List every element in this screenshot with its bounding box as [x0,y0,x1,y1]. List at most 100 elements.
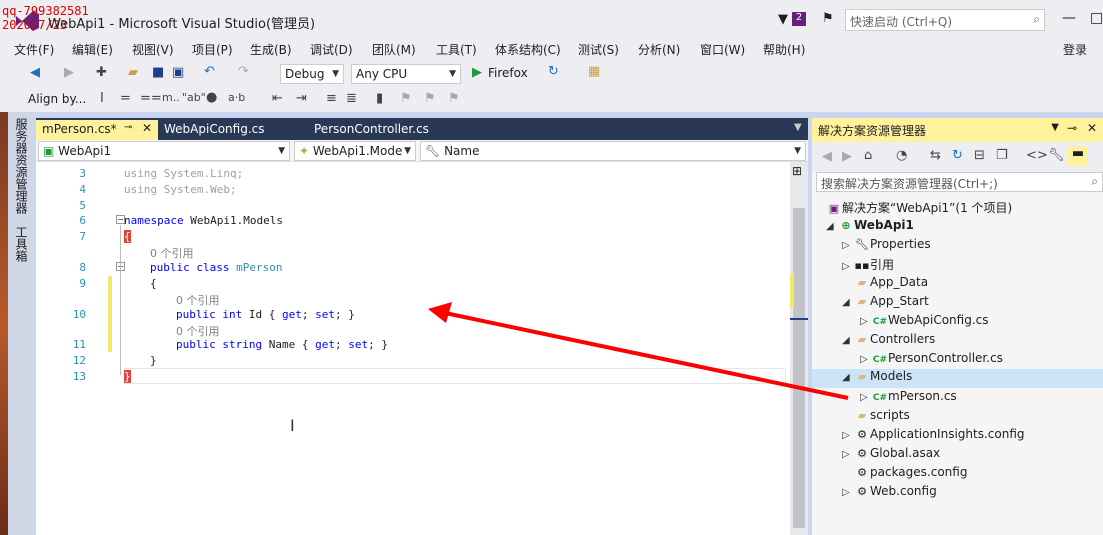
tree-item-personcontroller[interactable]: ▷ C#PersonController.cs [860,351,1003,365]
tree-item-web-config[interactable]: ▷ ⚙ Web.config [842,484,937,498]
tree-item-scripts[interactable]: ▰ scripts [842,408,910,422]
show-all-files-icon[interactable]: ❐ [996,148,1008,163]
collapsed-icon[interactable]: ▷ [842,430,854,441]
align-member-icon[interactable]: m.. [162,91,180,104]
collapsed-icon[interactable]: ▷ [842,487,854,498]
next-bookmark-icon[interactable]: ⚑ [424,91,436,106]
feedback-icon[interactable]: ⚑ [822,11,834,26]
menu-help[interactable]: 帮助(H) [763,41,805,58]
tree-item-solution[interactable]: ▣ 解决方案“WebApi1”(1 个项目) [826,199,1012,216]
pin-icon[interactable]: ⊸ [1067,121,1077,135]
sign-in-link[interactable]: 登录 [1063,41,1087,58]
undo-icon[interactable]: ↶ [204,64,215,79]
redo-icon[interactable]: ↷ [238,64,249,79]
tab-overflow-icon[interactable]: ▼ [794,122,802,133]
menu-analyze[interactable]: 分析(N) [638,41,680,58]
expanded-icon[interactable]: ◢ [826,221,838,232]
forward-icon[interactable]: ▶ [842,149,852,164]
split-icon[interactable]: ⊞ [792,164,802,178]
outdent-icon[interactable]: ⇤ [272,91,283,106]
menu-project[interactable]: 项目(P) [192,41,233,58]
codelens-references[interactable]: 0 个引用 [176,323,220,339]
menu-architecture[interactable]: 体系结构(C) [495,41,561,58]
menu-test[interactable]: 测试(S) [578,41,619,58]
tab-mperson[interactable]: mPerson.cs* ⊸ ✕ [36,120,158,140]
prev-bookmark-icon[interactable]: ⚑ [400,91,412,106]
menu-team[interactable]: 团队(M) [372,41,416,58]
align-string-icon[interactable]: "ab" [182,91,206,104]
menu-window[interactable]: 窗口(W) [700,41,745,58]
close-icon[interactable]: ✕ [142,121,152,135]
chevron-down-icon[interactable]: ▼ [1051,122,1059,133]
close-icon[interactable]: ✕ [1087,121,1097,135]
collapsed-icon[interactable]: ▷ [842,449,854,460]
tree-item-app-data[interactable]: ▰ App_Data [842,275,928,289]
tree-item-app-start[interactable]: ◢ ▰ App_Start [842,294,929,308]
indent-icon[interactable]: ⇥ [296,91,307,106]
save-all-icon[interactable]: ▣ [172,65,184,80]
server-explorer-tab[interactable]: 服务器资源管理器 [14,118,30,214]
type-select[interactable]: ✦ WebApi1.Mode ▼ [294,141,416,161]
tree-item-applicationinsights[interactable]: ▷ ⚙ ApplicationInsights.config [842,427,1025,441]
quick-launch-input[interactable]: 快速启动 (Ctrl+Q) ⌕ [845,9,1045,31]
open-icon[interactable]: ▰ [128,65,138,80]
menu-debug[interactable]: 调试(D) [310,41,353,58]
align-by-button[interactable]: Align by... [28,92,86,106]
tree-item-properties[interactable]: ▷ 🔧︎Properties [842,237,931,251]
menu-build[interactable]: 生成(B) [250,41,292,58]
tree-item-global-asax[interactable]: ▷ ⚙ Global.asax [842,446,940,460]
pin-icon[interactable]: ⊸ [124,122,132,133]
expanded-icon[interactable]: ◢ [842,372,854,383]
notification-badge[interactable]: 2 [792,12,806,26]
collapsed-icon[interactable]: ▷ [842,240,854,251]
scroll-thumb[interactable] [793,208,805,528]
sync-icon[interactable]: ⇆ [930,148,941,163]
solution-config-select[interactable]: Debug ▼ [280,64,344,84]
menu-tools[interactable]: 工具(T) [436,41,477,58]
tab-webapiconfig[interactable]: WebApiConfig.cs [158,120,298,140]
align-double-equals-icon[interactable]: == [140,91,162,106]
forward-icon[interactable]: ▶ [64,65,74,80]
collapsed-icon[interactable]: ▷ [842,261,854,272]
tree-item-controllers[interactable]: ◢ ▰ Controllers [842,332,935,346]
cursor-icon[interactable]: Ⅰ [100,91,104,106]
start-icon[interactable]: ▶ [472,65,482,80]
bookmark-icon[interactable]: ▮ [376,91,383,106]
collapsed-icon[interactable]: ▷ [860,392,872,403]
project-select[interactable]: ▣ WebApi1 ▼ [38,141,290,161]
refresh-icon[interactable]: ↻ [952,148,963,163]
tree-item-models[interactable]: ◢ ▰ Models [812,369,1103,388]
align-circle-icon[interactable]: ● [206,90,217,105]
member-select[interactable]: 🔧︎ Name ▼ [420,141,806,161]
refresh-icon[interactable]: ↻ [548,64,559,79]
back-icon[interactable]: ◀ [822,149,832,164]
properties-icon[interactable]: 🔧︎ [1048,148,1065,163]
tree-item-references[interactable]: ▷ ▪▪引用 [842,256,894,273]
expanded-icon[interactable]: ◢ [842,335,854,346]
toolbox-tab[interactable]: 工具箱 [14,226,30,262]
codelens-references[interactable]: 0 个引用 [176,292,220,308]
collapse-all-icon[interactable]: ⊟ [974,148,985,163]
tree-item-webapiconfig[interactable]: ▷ C#WebApiConfig.cs [860,313,989,327]
collapsed-icon[interactable]: ▷ [860,316,872,327]
solution-search-input[interactable]: 搜索解决方案资源管理器(Ctrl+;) ⌕ [816,172,1103,192]
back-icon[interactable]: ◀ [30,65,40,80]
editor-scrollbar[interactable]: ⊞ [790,162,808,535]
home-icon[interactable]: ⌂ [864,148,872,163]
tab-personcontroller[interactable]: PersonController.cs [308,120,458,140]
menu-view[interactable]: 视图(V) [132,41,174,58]
tree-item-packages-config[interactable]: ⚙ packages.config [842,465,967,479]
maximize-button[interactable]: □ [1090,10,1103,26]
minimize-button[interactable]: — [1062,10,1076,26]
filter-icon[interactable]: ▼ [778,12,788,27]
tree-item-project[interactable]: ◢ ⊕ WebApi1 [826,218,914,232]
new-project-icon[interactable]: ✚ [96,65,107,80]
collapsed-icon[interactable]: ▷ [860,354,872,365]
platform-select[interactable]: Any CPU ▼ [351,64,461,84]
comment-icon[interactable]: ≡ [326,91,337,106]
align-equals-icon[interactable]: = [120,91,131,106]
save-icon[interactable]: ■ [152,65,164,80]
uncomment-icon[interactable]: ≣ [346,91,357,106]
menu-file[interactable]: 文件(F) [14,41,54,58]
menu-edit[interactable]: 编辑(E) [72,41,113,58]
